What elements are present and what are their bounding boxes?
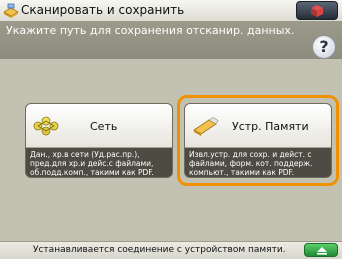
page-title: Сканировать и сохранить bbox=[21, 3, 185, 17]
network-icon bbox=[32, 116, 60, 140]
memory-media-option-button[interactable]: Устр. Памяти Извл.устр. для сохр. и дейс… bbox=[184, 103, 332, 178]
status-bar: Устанавливается соединение с устройством… bbox=[0, 241, 342, 259]
instruction-bar: Укажите путь для сохранения отсканир. да… bbox=[0, 21, 342, 59]
counter-check-button[interactable] bbox=[296, 1, 338, 20]
status-monitor-button[interactable] bbox=[304, 243, 338, 257]
scan-save-icon bbox=[3, 3, 19, 18]
network-option-button[interactable]: Сеть Дан., хр.в сети (Уд.рас.пр.), пред.… bbox=[25, 103, 173, 178]
counter-check-icon bbox=[311, 5, 323, 17]
status-monitor-icon bbox=[317, 247, 327, 255]
instruction-text: Укажите путь для сохранения отсканир. да… bbox=[6, 24, 295, 37]
memory-media-option-description: Извл.устр. для сохр. и дейст. с файлами,… bbox=[189, 150, 313, 177]
network-option-header: Сеть bbox=[26, 104, 172, 148]
help-button[interactable]: ? bbox=[312, 35, 336, 59]
memory-media-option-header: Устр. Памяти bbox=[185, 104, 331, 148]
network-option-description: Дан., хр.в сети (Уд.рас.пр.), пред.для х… bbox=[30, 150, 154, 177]
title-bar: Сканировать и сохранить bbox=[0, 0, 342, 22]
status-message: Устанавливается соединение с устройством… bbox=[33, 245, 286, 255]
memory-media-option-label: Устр. Памяти bbox=[232, 120, 309, 133]
network-option-label: Сеть bbox=[90, 120, 118, 133]
memory-stick-icon bbox=[191, 116, 219, 140]
